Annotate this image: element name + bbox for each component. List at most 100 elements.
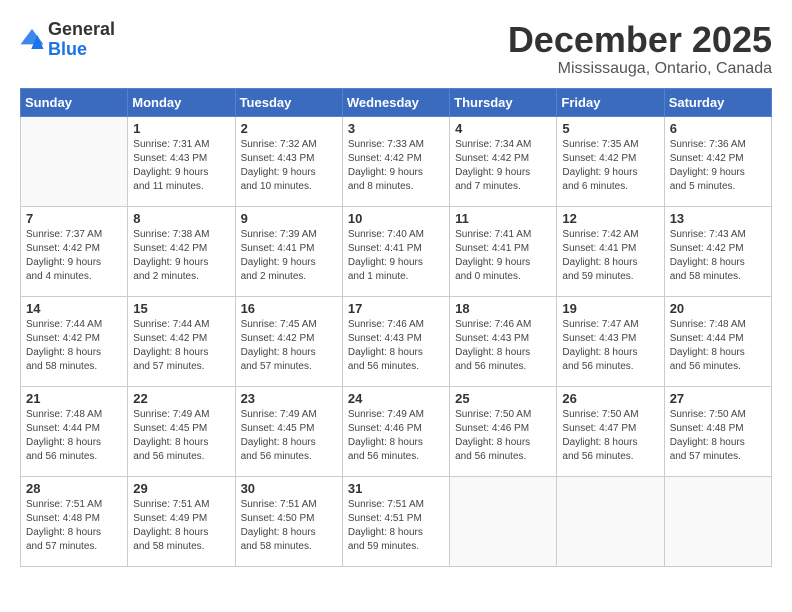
day-detail: Sunrise: 7:45 AM Sunset: 4:42 PM Dayligh… bbox=[241, 318, 337, 374]
calendar-cell: 29Sunrise: 7:51 AM Sunset: 4:49 PM Dayli… bbox=[128, 476, 235, 566]
day-detail: Sunrise: 7:46 AM Sunset: 4:43 PM Dayligh… bbox=[455, 318, 551, 374]
calendar-cell bbox=[664, 476, 771, 566]
day-detail: Sunrise: 7:31 AM Sunset: 4:43 PM Dayligh… bbox=[133, 138, 229, 194]
day-detail: Sunrise: 7:49 AM Sunset: 4:46 PM Dayligh… bbox=[348, 408, 444, 464]
day-number: 18 bbox=[455, 301, 551, 316]
day-detail: Sunrise: 7:39 AM Sunset: 4:41 PM Dayligh… bbox=[241, 228, 337, 284]
day-number: 17 bbox=[348, 301, 444, 316]
calendar-subtitle: Mississauga, Ontario, Canada bbox=[508, 60, 772, 78]
calendar-cell: 18 Sunrise: 7:46 AM Sunset: 4:43 PM Dayli… bbox=[450, 296, 557, 386]
day-number: 9 bbox=[241, 211, 337, 226]
day-detail: Sunrise: 7:42 AM Sunset: 4:41 PM Dayligh… bbox=[562, 228, 658, 284]
calendar-cell: 22 Sunrise: 7:49 AM Sunset: 4:45 PM Dayli… bbox=[128, 386, 235, 476]
week-row-4: 21 Sunrise: 7:48 AM Sunset: 4:44 PM Dayli… bbox=[21, 386, 772, 476]
calendar-cell: 7 Sunrise: 7:37 AM Sunset: 4:42 PM Daylig… bbox=[21, 206, 128, 296]
calendar-cell: 20 Sunrise: 7:48 AM Sunset: 4:44 PM Dayli… bbox=[664, 296, 771, 386]
day-number: 20 bbox=[670, 301, 766, 316]
day-number: 29 bbox=[133, 481, 229, 496]
day-number: 2 bbox=[241, 121, 337, 136]
calendar-cell: 25 Sunrise: 7:50 AM Sunset: 4:46 PM Dayli… bbox=[450, 386, 557, 476]
day-detail: Sunrise: 7:47 AM Sunset: 4:43 PM Dayligh… bbox=[562, 318, 658, 374]
week-row-3: 14 Sunrise: 7:44 AM Sunset: 4:42 PM Dayli… bbox=[21, 296, 772, 386]
day-detail: Sunrise: 7:51 AM Sunset: 4:51 PM Dayligh… bbox=[348, 498, 444, 554]
header-row: SundayMondayTuesdayWednesdayThursdayFrid… bbox=[21, 88, 772, 116]
day-detail: Sunrise: 7:41 AM Sunset: 4:41 PM Dayligh… bbox=[455, 228, 551, 284]
calendar-cell: 15Sunrise: 7:44 AM Sunset: 4:42 PM Dayli… bbox=[128, 296, 235, 386]
calendar-cell: 28 Sunrise: 7:51 AM Sunset: 4:48 PM Dayli… bbox=[21, 476, 128, 566]
header-cell-tuesday: Tuesday bbox=[235, 88, 342, 116]
calendar-cell: 8 Sunrise: 7:38 AM Sunset: 4:42 PM Daylig… bbox=[128, 206, 235, 296]
calendar-cell: 5Sunrise: 7:35 AM Sunset: 4:42 PM Daylig… bbox=[557, 116, 664, 206]
day-number: 15 bbox=[133, 301, 229, 316]
day-number: 21 bbox=[26, 391, 122, 406]
day-number: 14 bbox=[26, 301, 122, 316]
calendar-cell: 12Sunrise: 7:42 AM Sunset: 4:41 PM Dayli… bbox=[557, 206, 664, 296]
day-detail: Sunrise: 7:40 AM Sunset: 4:41 PM Dayligh… bbox=[348, 228, 444, 284]
day-detail: Sunrise: 7:37 AM Sunset: 4:42 PM Dayligh… bbox=[26, 228, 122, 284]
header-cell-monday: Monday bbox=[128, 88, 235, 116]
calendar-cell: 14 Sunrise: 7:44 AM Sunset: 4:42 PM Dayli… bbox=[21, 296, 128, 386]
day-detail: Sunrise: 7:33 AM Sunset: 4:42 PM Dayligh… bbox=[348, 138, 444, 194]
day-detail: Sunrise: 7:49 AM Sunset: 4:45 PM Dayligh… bbox=[241, 408, 337, 464]
day-detail: Sunrise: 7:32 AM Sunset: 4:43 PM Dayligh… bbox=[241, 138, 337, 194]
day-number: 4 bbox=[455, 121, 551, 136]
calendar-cell: 21 Sunrise: 7:48 AM Sunset: 4:44 PM Dayli… bbox=[21, 386, 128, 476]
day-number: 5 bbox=[562, 121, 658, 136]
calendar-cell: 31Sunrise: 7:51 AM Sunset: 4:51 PM Dayli… bbox=[342, 476, 449, 566]
day-detail: Sunrise: 7:48 AM Sunset: 4:44 PM Dayligh… bbox=[26, 408, 122, 464]
calendar-cell: 11 Sunrise: 7:41 AM Sunset: 4:41 PM Dayli… bbox=[450, 206, 557, 296]
day-detail: Sunrise: 7:44 AM Sunset: 4:42 PM Dayligh… bbox=[26, 318, 122, 374]
day-number: 11 bbox=[455, 211, 551, 226]
header-cell-saturday: Saturday bbox=[664, 88, 771, 116]
header-cell-friday: Friday bbox=[557, 88, 664, 116]
day-detail: Sunrise: 7:50 AM Sunset: 4:48 PM Dayligh… bbox=[670, 408, 766, 464]
day-detail: Sunrise: 7:43 AM Sunset: 4:42 PM Dayligh… bbox=[670, 228, 766, 284]
calendar-cell bbox=[557, 476, 664, 566]
day-detail: Sunrise: 7:38 AM Sunset: 4:42 PM Dayligh… bbox=[133, 228, 229, 284]
logo-icon bbox=[20, 29, 44, 49]
day-number: 3 bbox=[348, 121, 444, 136]
day-number: 26 bbox=[562, 391, 658, 406]
day-number: 6 bbox=[670, 121, 766, 136]
day-detail: Sunrise: 7:48 AM Sunset: 4:44 PM Dayligh… bbox=[670, 318, 766, 374]
calendar-cell bbox=[21, 116, 128, 206]
day-detail: Sunrise: 7:46 AM Sunset: 4:43 PM Dayligh… bbox=[348, 318, 444, 374]
calendar-table: SundayMondayTuesdayWednesdayThursdayFrid… bbox=[20, 88, 772, 567]
header-cell-wednesday: Wednesday bbox=[342, 88, 449, 116]
day-number: 1 bbox=[133, 121, 229, 136]
calendar-cell: 3 Sunrise: 7:33 AM Sunset: 4:42 PM Daylig… bbox=[342, 116, 449, 206]
day-detail: Sunrise: 7:49 AM Sunset: 4:45 PM Dayligh… bbox=[133, 408, 229, 464]
logo: General Blue bbox=[20, 20, 115, 58]
page-header: General Blue December 2025 Mississauga, … bbox=[20, 20, 772, 78]
week-row-1: 1 Sunrise: 7:31 AM Sunset: 4:43 PM Daylig… bbox=[21, 116, 772, 206]
calendar-cell: 1 Sunrise: 7:31 AM Sunset: 4:43 PM Daylig… bbox=[128, 116, 235, 206]
calendar-title: December 2025 bbox=[508, 20, 772, 60]
calendar-cell: 23Sunrise: 7:49 AM Sunset: 4:45 PM Dayli… bbox=[235, 386, 342, 476]
calendar-cell: 10Sunrise: 7:40 AM Sunset: 4:41 PM Dayli… bbox=[342, 206, 449, 296]
logo-blue: Blue bbox=[48, 40, 115, 58]
header-cell-thursday: Thursday bbox=[450, 88, 557, 116]
calendar-cell bbox=[450, 476, 557, 566]
header-cell-sunday: Sunday bbox=[21, 88, 128, 116]
day-detail: Sunrise: 7:50 AM Sunset: 4:47 PM Dayligh… bbox=[562, 408, 658, 464]
day-number: 13 bbox=[670, 211, 766, 226]
day-number: 25 bbox=[455, 391, 551, 406]
day-number: 22 bbox=[133, 391, 229, 406]
calendar-cell: 16Sunrise: 7:45 AM Sunset: 4:42 PM Dayli… bbox=[235, 296, 342, 386]
day-detail: Sunrise: 7:34 AM Sunset: 4:42 PM Dayligh… bbox=[455, 138, 551, 194]
day-detail: Sunrise: 7:50 AM Sunset: 4:46 PM Dayligh… bbox=[455, 408, 551, 464]
week-row-2: 7 Sunrise: 7:37 AM Sunset: 4:42 PM Daylig… bbox=[21, 206, 772, 296]
calendar-cell: 19Sunrise: 7:47 AM Sunset: 4:43 PM Dayli… bbox=[557, 296, 664, 386]
calendar-cell: 30Sunrise: 7:51 AM Sunset: 4:50 PM Dayli… bbox=[235, 476, 342, 566]
title-section: December 2025 Mississauga, Ontario, Cana… bbox=[508, 20, 772, 78]
calendar-cell: 9 Sunrise: 7:39 AM Sunset: 4:41 PM Daylig… bbox=[235, 206, 342, 296]
day-detail: Sunrise: 7:51 AM Sunset: 4:50 PM Dayligh… bbox=[241, 498, 337, 554]
day-number: 27 bbox=[670, 391, 766, 406]
day-detail: Sunrise: 7:36 AM Sunset: 4:42 PM Dayligh… bbox=[670, 138, 766, 194]
calendar-cell: 24Sunrise: 7:49 AM Sunset: 4:46 PM Dayli… bbox=[342, 386, 449, 476]
day-number: 28 bbox=[26, 481, 122, 496]
day-detail: Sunrise: 7:51 AM Sunset: 4:48 PM Dayligh… bbox=[26, 498, 122, 554]
day-number: 7 bbox=[26, 211, 122, 226]
day-number: 8 bbox=[133, 211, 229, 226]
calendar-cell: 13 Sunrise: 7:43 AM Sunset: 4:42 PM Dayli… bbox=[664, 206, 771, 296]
